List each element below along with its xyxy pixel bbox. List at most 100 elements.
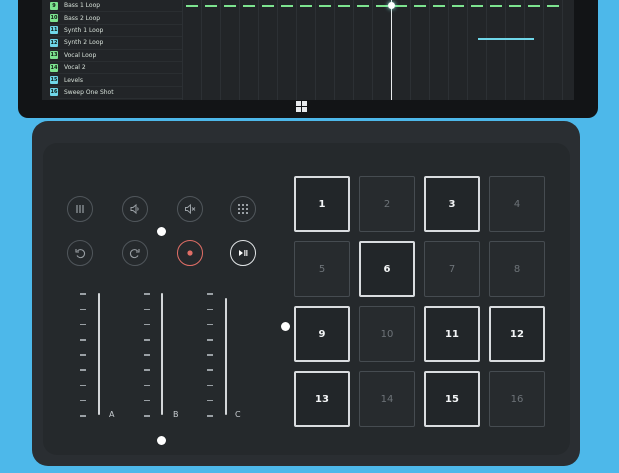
pad-3[interactable]: 3: [424, 176, 480, 232]
grid-icon: [238, 204, 248, 214]
track-row[interactable]: 11 Synth 1 Loop: [50, 25, 182, 38]
mute-button[interactable]: [177, 196, 203, 222]
fader-tick: [80, 308, 86, 311]
track-name: Sweep One Shot: [64, 88, 114, 96]
pause-bars-button[interactable]: [67, 196, 93, 222]
pad-1[interactable]: 1: [294, 176, 350, 232]
fader-tick: [144, 399, 150, 402]
track-number-badge: 10: [50, 14, 58, 23]
fader-tick: [80, 369, 86, 371]
timeline[interactable]: [182, 0, 574, 100]
fader-tick: [207, 339, 213, 341]
fader-tick: [80, 339, 86, 341]
windows-logo-icon: [296, 101, 307, 112]
fader-tick: [144, 369, 150, 371]
track-name: Synth 1 Loop: [64, 26, 104, 34]
pad-12[interactable]: 12: [489, 306, 545, 362]
redo-button[interactable]: [122, 240, 148, 266]
fader-tick: [207, 415, 213, 417]
pad-5[interactable]: 5: [294, 241, 350, 297]
track-name: Synth 2 Loop: [64, 39, 104, 47]
fader-tick: [80, 293, 86, 295]
clip-bass-1[interactable]: [186, 5, 564, 7]
fader-tick: [80, 415, 86, 417]
track-row[interactable]: 12 Synth 2 Loop: [50, 37, 182, 50]
fader-label-a: A: [109, 410, 115, 419]
fader-label-c: C: [235, 410, 241, 419]
play-pause-icon: [239, 250, 248, 256]
pad-6[interactable]: 6: [359, 241, 415, 297]
record-icon: [187, 250, 193, 256]
track-number-badge: 15: [50, 76, 58, 85]
fader-tick: [207, 323, 213, 326]
touch-cover-controller: A B C 1 2 3 4 5 6 7 8 9 10 11 12 13 14 1…: [32, 121, 580, 466]
fader-level-line[interactable]: [98, 293, 100, 415]
fader-tick: [207, 384, 213, 387]
fader-tick: [144, 384, 150, 387]
fader-tick: [80, 384, 86, 387]
track-name: Levels: [64, 76, 83, 84]
pad-11[interactable]: 11: [424, 306, 480, 362]
speaker-button[interactable]: [122, 196, 148, 222]
pad-14[interactable]: 14: [359, 371, 415, 427]
fader-tick: [207, 354, 213, 356]
fader-tick: [207, 293, 213, 295]
track-number-badge: 13: [50, 51, 58, 60]
track-row[interactable]: 13 Vocal Loop: [50, 50, 182, 62]
fader-tick: [80, 354, 86, 356]
redo-icon: [129, 249, 140, 259]
track-row[interactable]: 16 Sweep One Shot: [50, 87, 182, 100]
pad-4[interactable]: 4: [489, 176, 545, 232]
track-row[interactable]: 14 Vocal 2: [50, 62, 182, 75]
track-number-badge: 9: [50, 1, 58, 10]
track-name: Bass 1 Loop: [64, 2, 101, 10]
playhead-handle[interactable]: [388, 2, 395, 9]
pad-16[interactable]: 16: [489, 371, 545, 427]
pause-bars-icon: [76, 205, 84, 213]
indicator-dot: [281, 322, 290, 331]
track-number-badge: 14: [50, 63, 58, 72]
fader-level-line[interactable]: [225, 298, 227, 415]
track-row[interactable]: 15 Levels: [50, 74, 182, 87]
fader-tick: [144, 339, 150, 341]
fader-level-line[interactable]: [161, 293, 163, 415]
pad-2[interactable]: 2: [359, 176, 415, 232]
pad-13[interactable]: 13: [294, 371, 350, 427]
track-row[interactable]: 9 Bass 1 Loop: [50, 0, 182, 13]
indicator-dot: [157, 436, 166, 445]
fader-tick: [207, 308, 213, 311]
play-pause-button[interactable]: [230, 240, 256, 266]
pad-9[interactable]: 9: [294, 306, 350, 362]
record-button[interactable]: [177, 240, 203, 266]
clip-synth-2[interactable]: [478, 38, 534, 40]
fader-tick: [144, 415, 150, 417]
track-name: Vocal 2: [64, 64, 86, 72]
fader-tick: [207, 399, 213, 402]
tablet-device: 9 Bass 1 Loop 10 Bass 2 Loop 11 Synth 1 …: [18, 0, 598, 118]
mute-icon: [185, 203, 196, 215]
fader-tick: [144, 308, 150, 311]
fader-tick: [80, 323, 86, 326]
pad-10[interactable]: 10: [359, 306, 415, 362]
fader-tick: [144, 323, 150, 326]
pad-7[interactable]: 7: [424, 241, 480, 297]
fader-tick: [144, 354, 150, 356]
fader-tick: [207, 369, 213, 371]
controller-panel: A B C 1 2 3 4 5 6 7 8 9 10 11 12 13 14 1…: [43, 143, 570, 455]
grid-button[interactable]: [230, 196, 256, 222]
track-row[interactable]: 10 Bass 2 Loop: [50, 12, 182, 25]
pad-8[interactable]: 8: [489, 241, 545, 297]
undo-icon: [75, 249, 86, 259]
speaker-icon: [130, 203, 139, 215]
playhead[interactable]: [391, 0, 392, 100]
daw-screen: 9 Bass 1 Loop 10 Bass 2 Loop 11 Synth 1 …: [42, 0, 574, 100]
indicator-dot: [157, 227, 166, 236]
track-number-badge: 12: [50, 38, 58, 47]
fader-tick: [80, 399, 86, 402]
undo-button[interactable]: [67, 240, 93, 266]
track-name: Bass 2 Loop: [64, 14, 101, 22]
track-number-badge: 11: [50, 26, 58, 35]
pad-15[interactable]: 15: [424, 371, 480, 427]
fader-tick: [144, 293, 150, 295]
track-name: Vocal Loop: [64, 51, 97, 59]
